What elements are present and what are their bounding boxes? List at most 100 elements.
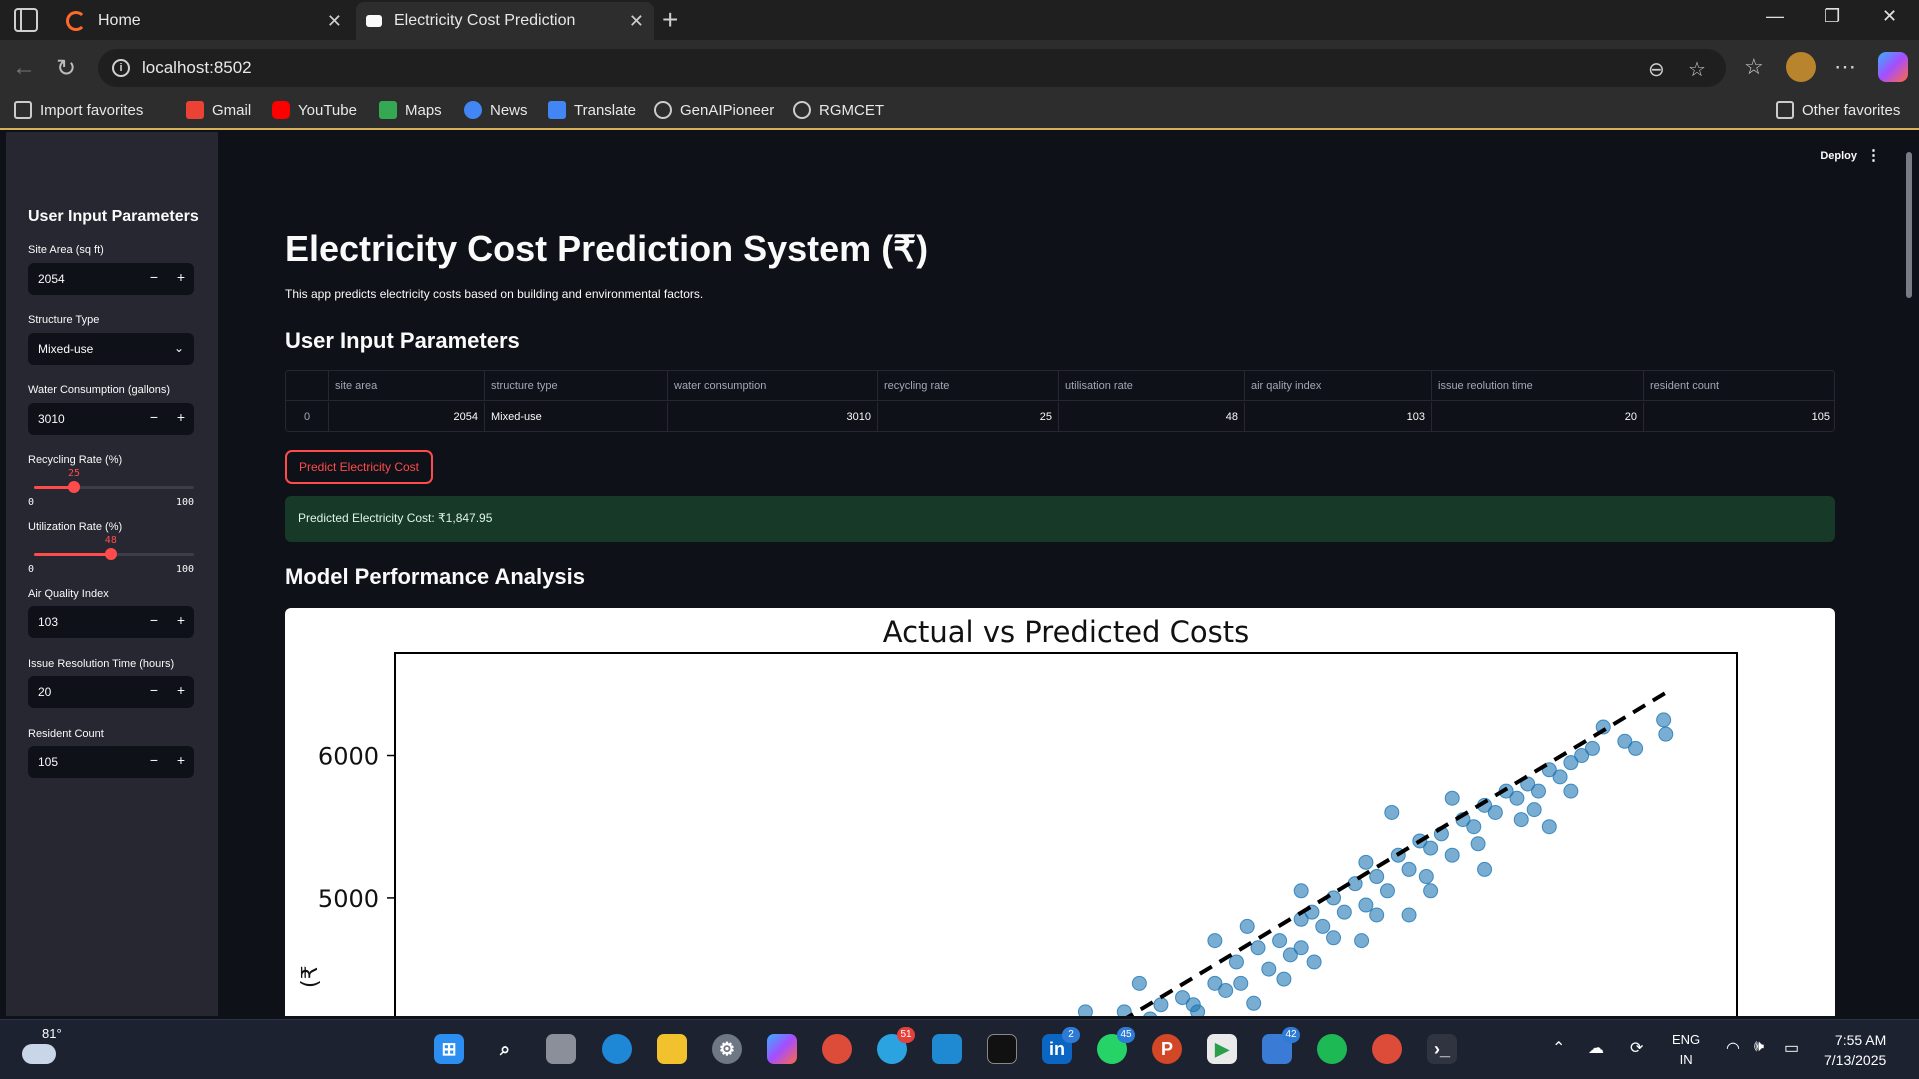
close-tab-icon[interactable]: ✕ <box>327 11 342 32</box>
minimize-icon[interactable]: — <box>1766 6 1784 27</box>
rgmcet-link[interactable]: RGMCET <box>793 101 884 119</box>
column-header[interactable]: air qality index <box>1245 371 1432 401</box>
windows-start-icon[interactable]: ⊞ <box>434 1034 464 1064</box>
column-header[interactable]: resident count <box>1644 371 1836 401</box>
data-point <box>1444 847 1460 863</box>
clock[interactable]: 7:55 AM 7/13/2025 <box>1824 1030 1886 1070</box>
news-link[interactable]: News <box>464 101 528 119</box>
vscode-icon[interactable] <box>932 1034 962 1064</box>
decrement-button[interactable]: − <box>150 269 158 285</box>
slider-thumb[interactable] <box>104 548 117 560</box>
table-cell[interactable]: 105 <box>1644 402 1836 432</box>
search-icon[interactable]: ⌕ <box>490 1034 520 1064</box>
site-area-input[interactable]: 2054 − + <box>28 263 194 295</box>
slider-thumb[interactable] <box>68 481 80 493</box>
column-header[interactable]: issue reolution time <box>1432 371 1644 401</box>
scrollbar-thumb[interactable] <box>1906 152 1912 298</box>
task-view-icon[interactable] <box>546 1034 576 1064</box>
table-cell[interactable]: 25 <box>878 402 1059 432</box>
increment-button[interactable]: + <box>177 269 185 285</box>
whatsapp-icon[interactable]: 45 <box>1097 1027 1135 1064</box>
deploy-button[interactable]: Deploy <box>1820 150 1857 162</box>
spotify-icon[interactable] <box>1317 1034 1347 1064</box>
profile-avatar[interactable] <box>1786 52 1816 82</box>
refresh-icon[interactable]: ↻ <box>56 54 76 83</box>
more-icon[interactable]: ⋯ <box>1834 54 1856 80</box>
chrome-icon[interactable] <box>822 1034 852 1064</box>
chrome-profile-icon[interactable] <box>1372 1034 1402 1064</box>
fav-label: RGMCET <box>819 101 884 119</box>
close-tab-icon[interactable]: ✕ <box>629 11 644 32</box>
volume-icon[interactable]: 🕪 <box>1754 1038 1764 1056</box>
scrollbar[interactable] <box>1905 148 1913 1010</box>
translate-link[interactable]: Translate <box>548 101 636 119</box>
increment-button[interactable]: + <box>177 682 185 698</box>
battery-icon[interactable]: ▭ <box>1784 1038 1799 1058</box>
column-header[interactable]: utilisation rate <box>1059 371 1245 401</box>
resolution-input[interactable]: 20 − + <box>28 676 194 708</box>
linkedin-icon[interactable]: in 2 <box>1042 1027 1080 1064</box>
maps-link[interactable]: Maps <box>379 101 442 119</box>
water-input[interactable]: 3010 − + <box>28 403 194 435</box>
teams-icon[interactable]: 42 <box>1262 1027 1300 1064</box>
main-menu-icon[interactable]: ⋮ <box>1866 146 1881 164</box>
tab-electricity-cost[interactable]: Electricity Cost Prediction ✕ <box>356 2 654 40</box>
settings-icon[interactable]: ⚙ <box>712 1034 742 1064</box>
input-dataframe[interactable]: site area structure type water consumpti… <box>285 370 1835 432</box>
gmail-link[interactable]: Gmail <box>186 101 251 119</box>
terminal-icon[interactable] <box>987 1034 1017 1064</box>
copilot-icon[interactable] <box>1878 52 1908 82</box>
table-cell[interactable]: 20 <box>1432 402 1644 432</box>
onedrive-icon[interactable]: ☁ <box>1588 1038 1604 1058</box>
column-header[interactable]: recycling rate <box>878 371 1059 401</box>
sync-icon[interactable]: ⟳ <box>1630 1038 1643 1058</box>
decrement-button[interactable]: − <box>150 409 158 425</box>
genaipioneer-link[interactable]: GenAIPioneer <box>654 101 774 119</box>
import-favorites-link[interactable]: Import favorites <box>14 101 143 119</box>
decrement-button[interactable]: − <box>150 752 158 768</box>
column-header[interactable]: site area <box>329 371 485 401</box>
recycling-slider[interactable]: 25 0 100 <box>28 468 194 508</box>
column-header[interactable]: structure type <box>485 371 668 401</box>
column-header[interactable]: water consumption <box>668 371 878 401</box>
url-input[interactable]: i localhost:8502 ⊖ ☆ <box>98 49 1726 87</box>
increment-button[interactable]: + <box>177 752 185 768</box>
close-window-icon[interactable]: ✕ <box>1882 6 1897 27</box>
file-explorer-icon[interactable] <box>657 1034 687 1064</box>
tab-home[interactable]: Home ✕ <box>56 2 352 40</box>
edge-icon[interactable] <box>602 1034 632 1064</box>
table-cell[interactable]: Mixed-use <box>485 402 668 432</box>
cloud-icon <box>22 1044 56 1064</box>
new-tab-icon[interactable]: + <box>662 4 678 36</box>
tab-actions-icon[interactable] <box>14 8 38 32</box>
decrement-button[interactable]: − <box>150 612 158 628</box>
increment-button[interactable]: + <box>177 409 185 425</box>
chevron-up-icon[interactable]: ⌃ <box>1552 1038 1565 1058</box>
back-icon[interactable]: ← <box>12 54 36 82</box>
utilization-slider[interactable]: 48 0 100 <box>28 535 194 575</box>
youtube-link[interactable]: YouTube <box>272 101 357 119</box>
powerpoint-icon[interactable]: P <box>1152 1034 1182 1064</box>
predict-button[interactable]: Predict Electricity Cost <box>285 450 433 484</box>
structure-type-select[interactable]: Mixed-use ⌄ <box>28 333 194 365</box>
document-app-icon[interactable]: ▶ <box>1207 1034 1237 1064</box>
resident-input[interactable]: 105 − + <box>28 746 194 778</box>
zoom-icon[interactable]: ⊖ <box>1648 57 1665 82</box>
copilot-app-icon[interactable] <box>767 1034 797 1064</box>
site-info-icon[interactable]: i <box>112 59 130 77</box>
table-cell[interactable]: 3010 <box>668 402 878 432</box>
table-cell[interactable]: 2054 <box>329 402 485 432</box>
language-indicator[interactable]: ENG IN <box>1672 1030 1700 1070</box>
favorites-icon[interactable]: ☆ <box>1744 54 1764 80</box>
table-cell[interactable]: 48 <box>1059 402 1245 432</box>
increment-button[interactable]: + <box>177 612 185 628</box>
restore-icon[interactable]: ❐ <box>1824 6 1840 27</box>
wifi-icon[interactable]: ◠ <box>1726 1038 1740 1058</box>
table-cell[interactable]: 103 <box>1245 402 1432 432</box>
other-favorites-link[interactable]: Other favorites <box>1776 101 1900 119</box>
decrement-button[interactable]: − <box>150 682 158 698</box>
favorite-star-icon[interactable]: ☆ <box>1688 57 1706 82</box>
telegram-icon[interactable]: 51 <box>877 1027 915 1064</box>
aqi-input[interactable]: 103 − + <box>28 606 194 638</box>
terminal-app-icon[interactable]: ›_ <box>1427 1034 1457 1064</box>
